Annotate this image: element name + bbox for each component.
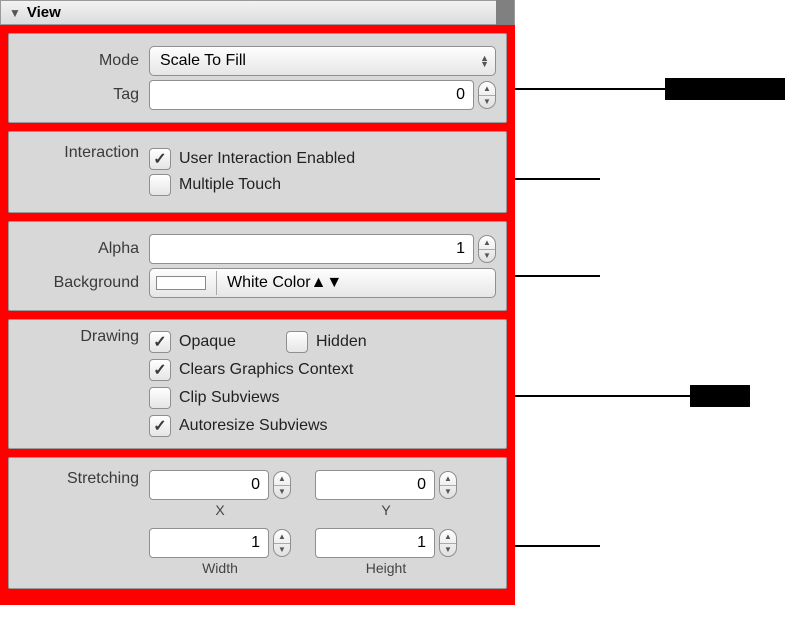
clip-checkbox[interactable] <box>149 387 171 409</box>
popup-divider <box>216 271 217 295</box>
section-mode: Mode Scale To Fill ▲▼ Tag 0 ▲ ▼ <box>8 33 507 123</box>
section-stretching: Stretching 0 ▲ ▼ X <box>8 457 507 589</box>
stepper-down-icon[interactable]: ▼ <box>440 544 456 557</box>
disclosure-triangle-icon[interactable]: ▼ <box>9 6 21 20</box>
stepper-up-icon[interactable]: ▲ <box>479 82 495 96</box>
stretching-height-field[interactable]: 1 <box>315 528 435 558</box>
mode-label: Mode <box>19 52 149 70</box>
tag-value: 0 <box>456 86 465 104</box>
interaction-label: Interaction <box>19 144 149 162</box>
alpha-label: Alpha <box>19 240 149 258</box>
annotation-line <box>515 275 600 277</box>
opaque-label: Opaque <box>179 333 236 351</box>
mode-popup[interactable]: Scale To Fill ▲▼ <box>149 46 496 76</box>
stepper-down-icon[interactable]: ▼ <box>440 486 456 499</box>
annotation-bar <box>665 78 785 100</box>
autoresize-checkbox[interactable] <box>149 415 171 437</box>
stretching-y-field[interactable]: 0 <box>315 470 435 500</box>
alpha-field[interactable]: 1 <box>149 234 474 264</box>
panel-header[interactable]: ▼ View <box>0 0 515 25</box>
stepper-up-icon[interactable]: ▲ <box>274 472 290 486</box>
user-interaction-checkbox[interactable] <box>149 148 171 170</box>
annotation-overlay <box>515 0 803 637</box>
background-value: White Color <box>227 274 311 292</box>
stretching-x-stepper[interactable]: ▲ ▼ <box>273 471 291 499</box>
annotation-line <box>515 545 600 547</box>
stretching-y-stepper[interactable]: ▲ ▼ <box>439 471 457 499</box>
header-corner <box>496 0 514 25</box>
drawing-label: Drawing <box>19 328 149 346</box>
stepper-down-icon[interactable]: ▼ <box>479 250 495 263</box>
stretching-width-label: Width <box>202 560 238 576</box>
tag-field[interactable]: 0 <box>149 80 474 110</box>
panel-title: View <box>27 4 61 21</box>
hidden-label: Hidden <box>316 333 367 351</box>
stretching-width-field[interactable]: 1 <box>149 528 269 558</box>
section-interaction: Interaction User Interaction Enabled Mul… <box>8 131 507 213</box>
stepper-down-icon[interactable]: ▼ <box>479 96 495 109</box>
multiple-touch-checkbox[interactable] <box>149 174 171 196</box>
tag-stepper[interactable]: ▲ ▼ <box>478 81 496 109</box>
stepper-down-icon[interactable]: ▼ <box>274 544 290 557</box>
alpha-stepper[interactable]: ▲ ▼ <box>478 235 496 263</box>
view-inspector-panel: ▼ View Mode Scale To Fill ▲▼ Tag 0 ▲ ▼ <box>0 0 515 605</box>
stretching-x-label: X <box>215 502 224 518</box>
stepper-up-icon[interactable]: ▲ <box>479 236 495 250</box>
hidden-checkbox[interactable] <box>286 331 308 353</box>
popup-arrows-icon: ▲▼ <box>480 55 489 67</box>
autoresize-label: Autoresize Subviews <box>179 417 328 435</box>
background-popup[interactable]: White Color ▲▼ <box>149 268 496 298</box>
stretching-width-stepper[interactable]: ▲ ▼ <box>273 529 291 557</box>
stepper-up-icon[interactable]: ▲ <box>440 530 456 544</box>
section-drawing: Drawing Opaque Hidden Clears Graphics Co… <box>8 319 507 449</box>
tag-label: Tag <box>19 86 149 104</box>
multiple-touch-label: Multiple Touch <box>179 176 281 194</box>
clears-label: Clears Graphics Context <box>179 361 353 379</box>
annotation-line <box>515 178 600 180</box>
background-label: Background <box>19 274 149 292</box>
annotation-bar <box>690 385 750 407</box>
annotation-line <box>515 395 690 397</box>
alpha-value: 1 <box>456 240 465 258</box>
stretching-height-label: Height <box>366 560 406 576</box>
annotation-line <box>515 88 665 90</box>
color-swatch[interactable] <box>156 276 206 290</box>
stretching-y-value: 0 <box>417 476 426 494</box>
stepper-up-icon[interactable]: ▲ <box>274 530 290 544</box>
clears-checkbox[interactable] <box>149 359 171 381</box>
opaque-checkbox[interactable] <box>149 331 171 353</box>
user-interaction-label: User Interaction Enabled <box>179 150 355 168</box>
clip-label: Clip Subviews <box>179 389 279 407</box>
stepper-down-icon[interactable]: ▼ <box>274 486 290 499</box>
stretching-x-value: 0 <box>251 476 260 494</box>
stretching-x-field[interactable]: 0 <box>149 470 269 500</box>
stepper-up-icon[interactable]: ▲ <box>440 472 456 486</box>
section-alpha: Alpha 1 ▲ ▼ Background White Color ▲▼ <box>8 221 507 311</box>
stretching-label: Stretching <box>19 470 149 488</box>
stretching-width-value: 1 <box>251 534 260 552</box>
stretching-y-label: Y <box>381 502 390 518</box>
stretching-height-stepper[interactable]: ▲ ▼ <box>439 529 457 557</box>
popup-arrows-icon: ▲▼ <box>311 274 343 292</box>
mode-value: Scale To Fill <box>160 52 246 70</box>
stretching-height-value: 1 <box>417 534 426 552</box>
